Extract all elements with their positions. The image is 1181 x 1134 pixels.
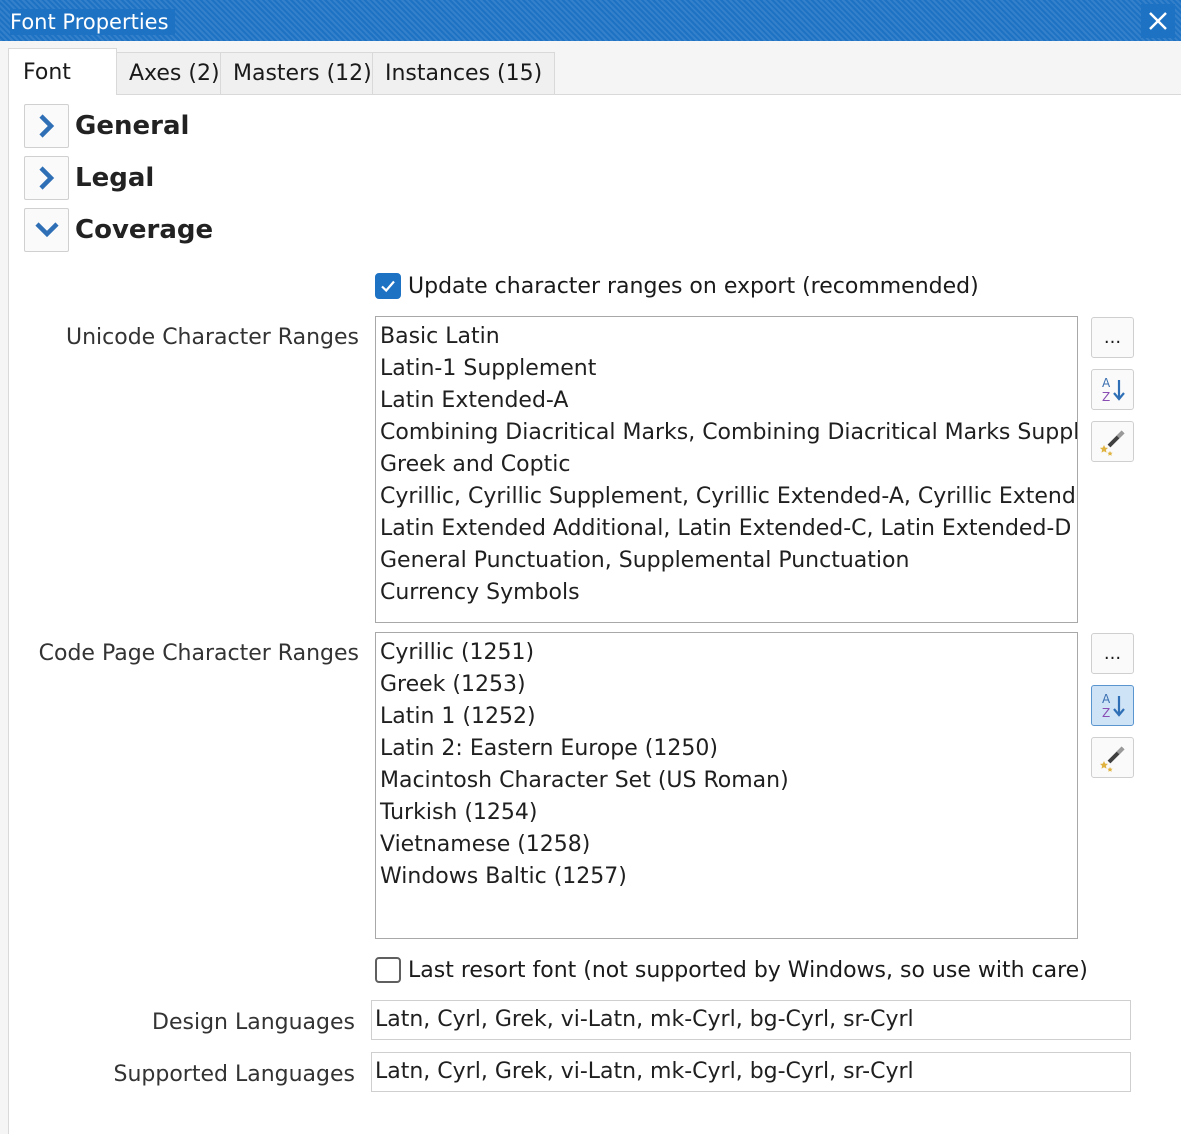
codepage-ranges-list[interactable]: Cyrillic (1251) Greek (1253) Latin 1 (12… bbox=[375, 632, 1078, 939]
supported-languages-label: Supported Languages bbox=[113, 1062, 356, 1087]
section-general-toggle[interactable] bbox=[24, 104, 69, 148]
unicode-sort-button[interactable]: A Z bbox=[1091, 369, 1134, 410]
list-item[interactable]: Turkish (1254) bbox=[380, 797, 1077, 829]
close-button[interactable] bbox=[1141, 4, 1175, 38]
section-coverage-toggle[interactable] bbox=[24, 208, 69, 252]
tab-axes-label: Axes (2) bbox=[129, 61, 220, 86]
list-item[interactable]: Greek (1253) bbox=[380, 669, 1077, 701]
supported-languages-field[interactable]: Latn, Cyrl, Grek, vi-Latn, mk-Cyrl, bg-C… bbox=[371, 1052, 1131, 1092]
checkmark-icon bbox=[381, 280, 395, 293]
unicode-ranges-label: Unicode Character Ranges bbox=[65, 325, 359, 350]
ellipsis-label: ... bbox=[1103, 643, 1122, 664]
codepage-auto-button[interactable] bbox=[1091, 737, 1134, 778]
list-item[interactable]: Cyrillic (1251) bbox=[380, 637, 1077, 669]
design-languages-field[interactable]: Latn, Cyrl, Grek, vi-Latn, mk-Cyrl, bg-C… bbox=[371, 1000, 1131, 1040]
list-item[interactable]: Vietnamese (1258) bbox=[380, 829, 1077, 861]
unicode-ranges-list[interactable]: Basic Latin Latin-1 Supplement Latin Ext… bbox=[375, 316, 1078, 623]
list-item[interactable]: Latin Extended Additional, Latin Extende… bbox=[380, 513, 1077, 545]
list-item[interactable]: Currency Symbols bbox=[380, 577, 1077, 609]
codepage-sort-button[interactable]: A Z bbox=[1091, 685, 1134, 726]
tab-masters-label: Masters (12) bbox=[233, 61, 372, 86]
update-ranges-row[interactable]: Update character ranges on export (recom… bbox=[375, 273, 979, 299]
list-item[interactable]: Macintosh Character Set (US Roman) bbox=[380, 765, 1077, 797]
close-icon bbox=[1149, 12, 1167, 30]
tab-masters[interactable]: Masters (12) bbox=[220, 52, 385, 95]
design-languages-label: Design Languages bbox=[152, 1010, 355, 1035]
tab-instances-label: Instances (15) bbox=[385, 61, 543, 86]
tab-font-label: Font bbox=[23, 60, 71, 85]
magic-wand-icon bbox=[1099, 746, 1124, 772]
list-item[interactable]: Combining Diacritical Marks, Combining D… bbox=[380, 417, 1077, 449]
svg-text:Z: Z bbox=[1102, 706, 1110, 720]
section-general-label[interactable]: General bbox=[75, 111, 189, 141]
unicode-edit-button[interactable]: ... bbox=[1091, 317, 1134, 358]
section-legal: Legal bbox=[24, 156, 444, 200]
list-item[interactable]: Latin 2: Eastern Europe (1250) bbox=[380, 733, 1077, 765]
chevron-right-icon bbox=[38, 114, 54, 138]
codepage-edit-button[interactable]: ... bbox=[1091, 633, 1134, 674]
last-resort-checkbox[interactable] bbox=[375, 957, 401, 983]
update-ranges-checkbox[interactable] bbox=[375, 273, 401, 299]
list-item[interactable]: Greek and Coptic bbox=[380, 449, 1077, 481]
last-resort-row[interactable]: Last resort font (not supported by Windo… bbox=[375, 957, 1088, 983]
sort-az-icon: A Z bbox=[1102, 692, 1125, 720]
window-title: Font Properties bbox=[10, 9, 175, 35]
section-general: General bbox=[24, 104, 444, 148]
list-item[interactable]: Cyrillic, Cyrillic Supplement, Cyrillic … bbox=[380, 481, 1077, 513]
chevron-right-icon bbox=[38, 166, 54, 190]
unicode-auto-button[interactable] bbox=[1091, 421, 1134, 462]
magic-wand-icon bbox=[1099, 430, 1124, 456]
chevron-down-icon bbox=[34, 222, 59, 238]
title-bar: Font Properties bbox=[0, 0, 1181, 41]
sort-az-icon: A Z bbox=[1102, 376, 1125, 404]
svg-text:Z: Z bbox=[1102, 390, 1110, 404]
tab-axes[interactable]: Axes (2) bbox=[116, 52, 233, 95]
section-coverage-label[interactable]: Coverage bbox=[75, 215, 213, 245]
section-legal-label[interactable]: Legal bbox=[75, 163, 154, 193]
last-resort-label: Last resort font (not supported by Windo… bbox=[408, 957, 1088, 983]
tab-instances[interactable]: Instances (15) bbox=[372, 52, 556, 95]
list-item[interactable]: Latin 1 (1252) bbox=[380, 701, 1077, 733]
svg-text:A: A bbox=[1102, 692, 1111, 706]
update-ranges-label: Update character ranges on export (recom… bbox=[408, 273, 979, 299]
list-item[interactable]: Latin Extended-A bbox=[380, 385, 1077, 417]
list-item[interactable]: Latin-1 Supplement bbox=[380, 353, 1077, 385]
list-item[interactable]: Windows Baltic (1257) bbox=[380, 861, 1077, 893]
section-legal-toggle[interactable] bbox=[24, 156, 69, 200]
tab-font[interactable]: Font bbox=[8, 48, 117, 95]
section-coverage: Coverage bbox=[24, 208, 444, 252]
ellipsis-label: ... bbox=[1103, 327, 1122, 348]
codepage-ranges-label: Code Page Character Ranges bbox=[38, 641, 359, 666]
list-item[interactable]: General Punctuation, Supplemental Punctu… bbox=[380, 545, 1077, 577]
list-item[interactable]: Basic Latin bbox=[380, 321, 1077, 353]
svg-text:A: A bbox=[1102, 376, 1111, 390]
